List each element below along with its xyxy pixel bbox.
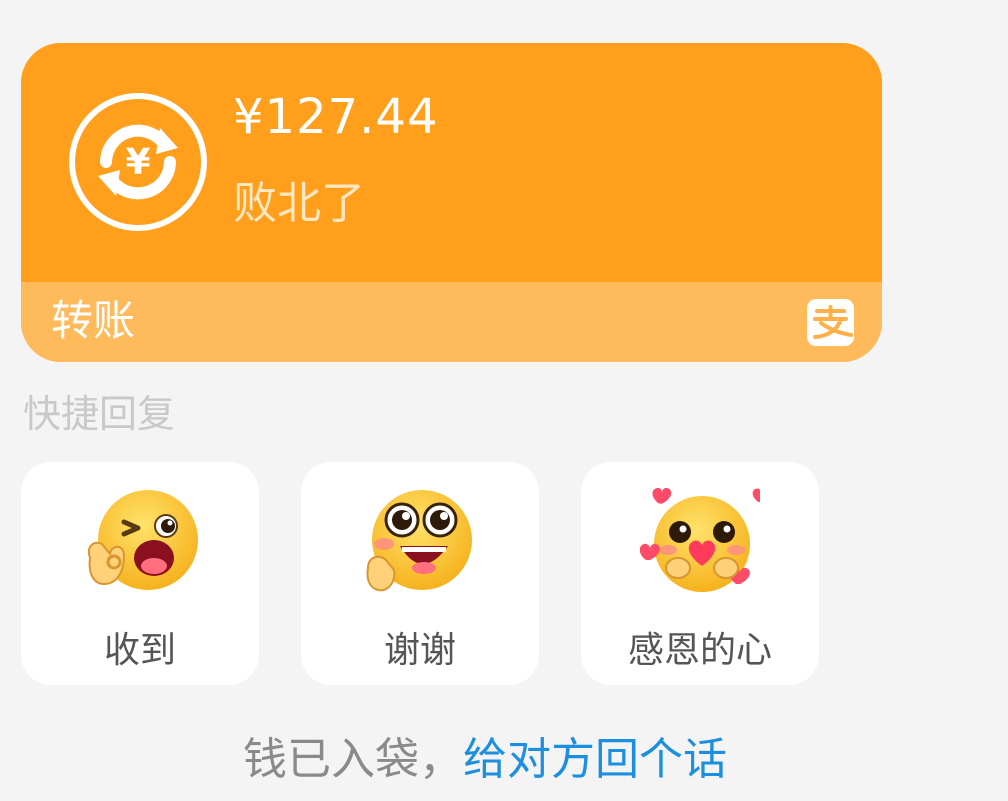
transfer-card-header: ¥ ¥127.44 败北了 bbox=[21, 43, 882, 282]
alipay-logo-icon bbox=[807, 299, 854, 346]
reply-prompt: 钱已入袋，给对方回个话 bbox=[0, 730, 970, 790]
grateful-emoji-icon bbox=[366, 490, 472, 592]
transfer-type-label: 转账 bbox=[51, 296, 136, 345]
quick-reply-received[interactable]: 收到 bbox=[21, 462, 259, 685]
yuan-exchange-icon: ¥ bbox=[69, 93, 207, 231]
transfer-amount: ¥127.44 bbox=[233, 89, 439, 145]
transfer-memo: 败北了 bbox=[233, 178, 365, 229]
svg-text:¥: ¥ bbox=[125, 142, 150, 183]
transfer-card-footer: 转账 bbox=[21, 282, 882, 362]
quick-reply-label: 感恩的心 bbox=[627, 630, 772, 671]
hearts-emoji-icon bbox=[640, 487, 760, 592]
quick-reply-label: 收到 bbox=[103, 630, 176, 671]
quick-reply-label: 谢谢 bbox=[383, 630, 456, 671]
quick-reply-title: 快捷回复 bbox=[23, 392, 176, 436]
ok-wink-emoji-icon bbox=[88, 490, 198, 590]
quick-reply-grateful-heart[interactable]: 感恩的心 bbox=[581, 462, 819, 685]
reply-prompt-text: 钱已入袋， bbox=[243, 734, 463, 785]
chat-screen: ¥ ¥127.44 败北了 转账 快捷回复 收到 谢谢 感恩的心 钱已入袋，给对… bbox=[0, 0, 1008, 801]
reply-prompt-link[interactable]: 给对方回个话 bbox=[463, 734, 727, 785]
quick-reply-thanks[interactable]: 谢谢 bbox=[301, 462, 539, 685]
transfer-card[interactable]: ¥ ¥127.44 败北了 转账 bbox=[21, 43, 882, 362]
